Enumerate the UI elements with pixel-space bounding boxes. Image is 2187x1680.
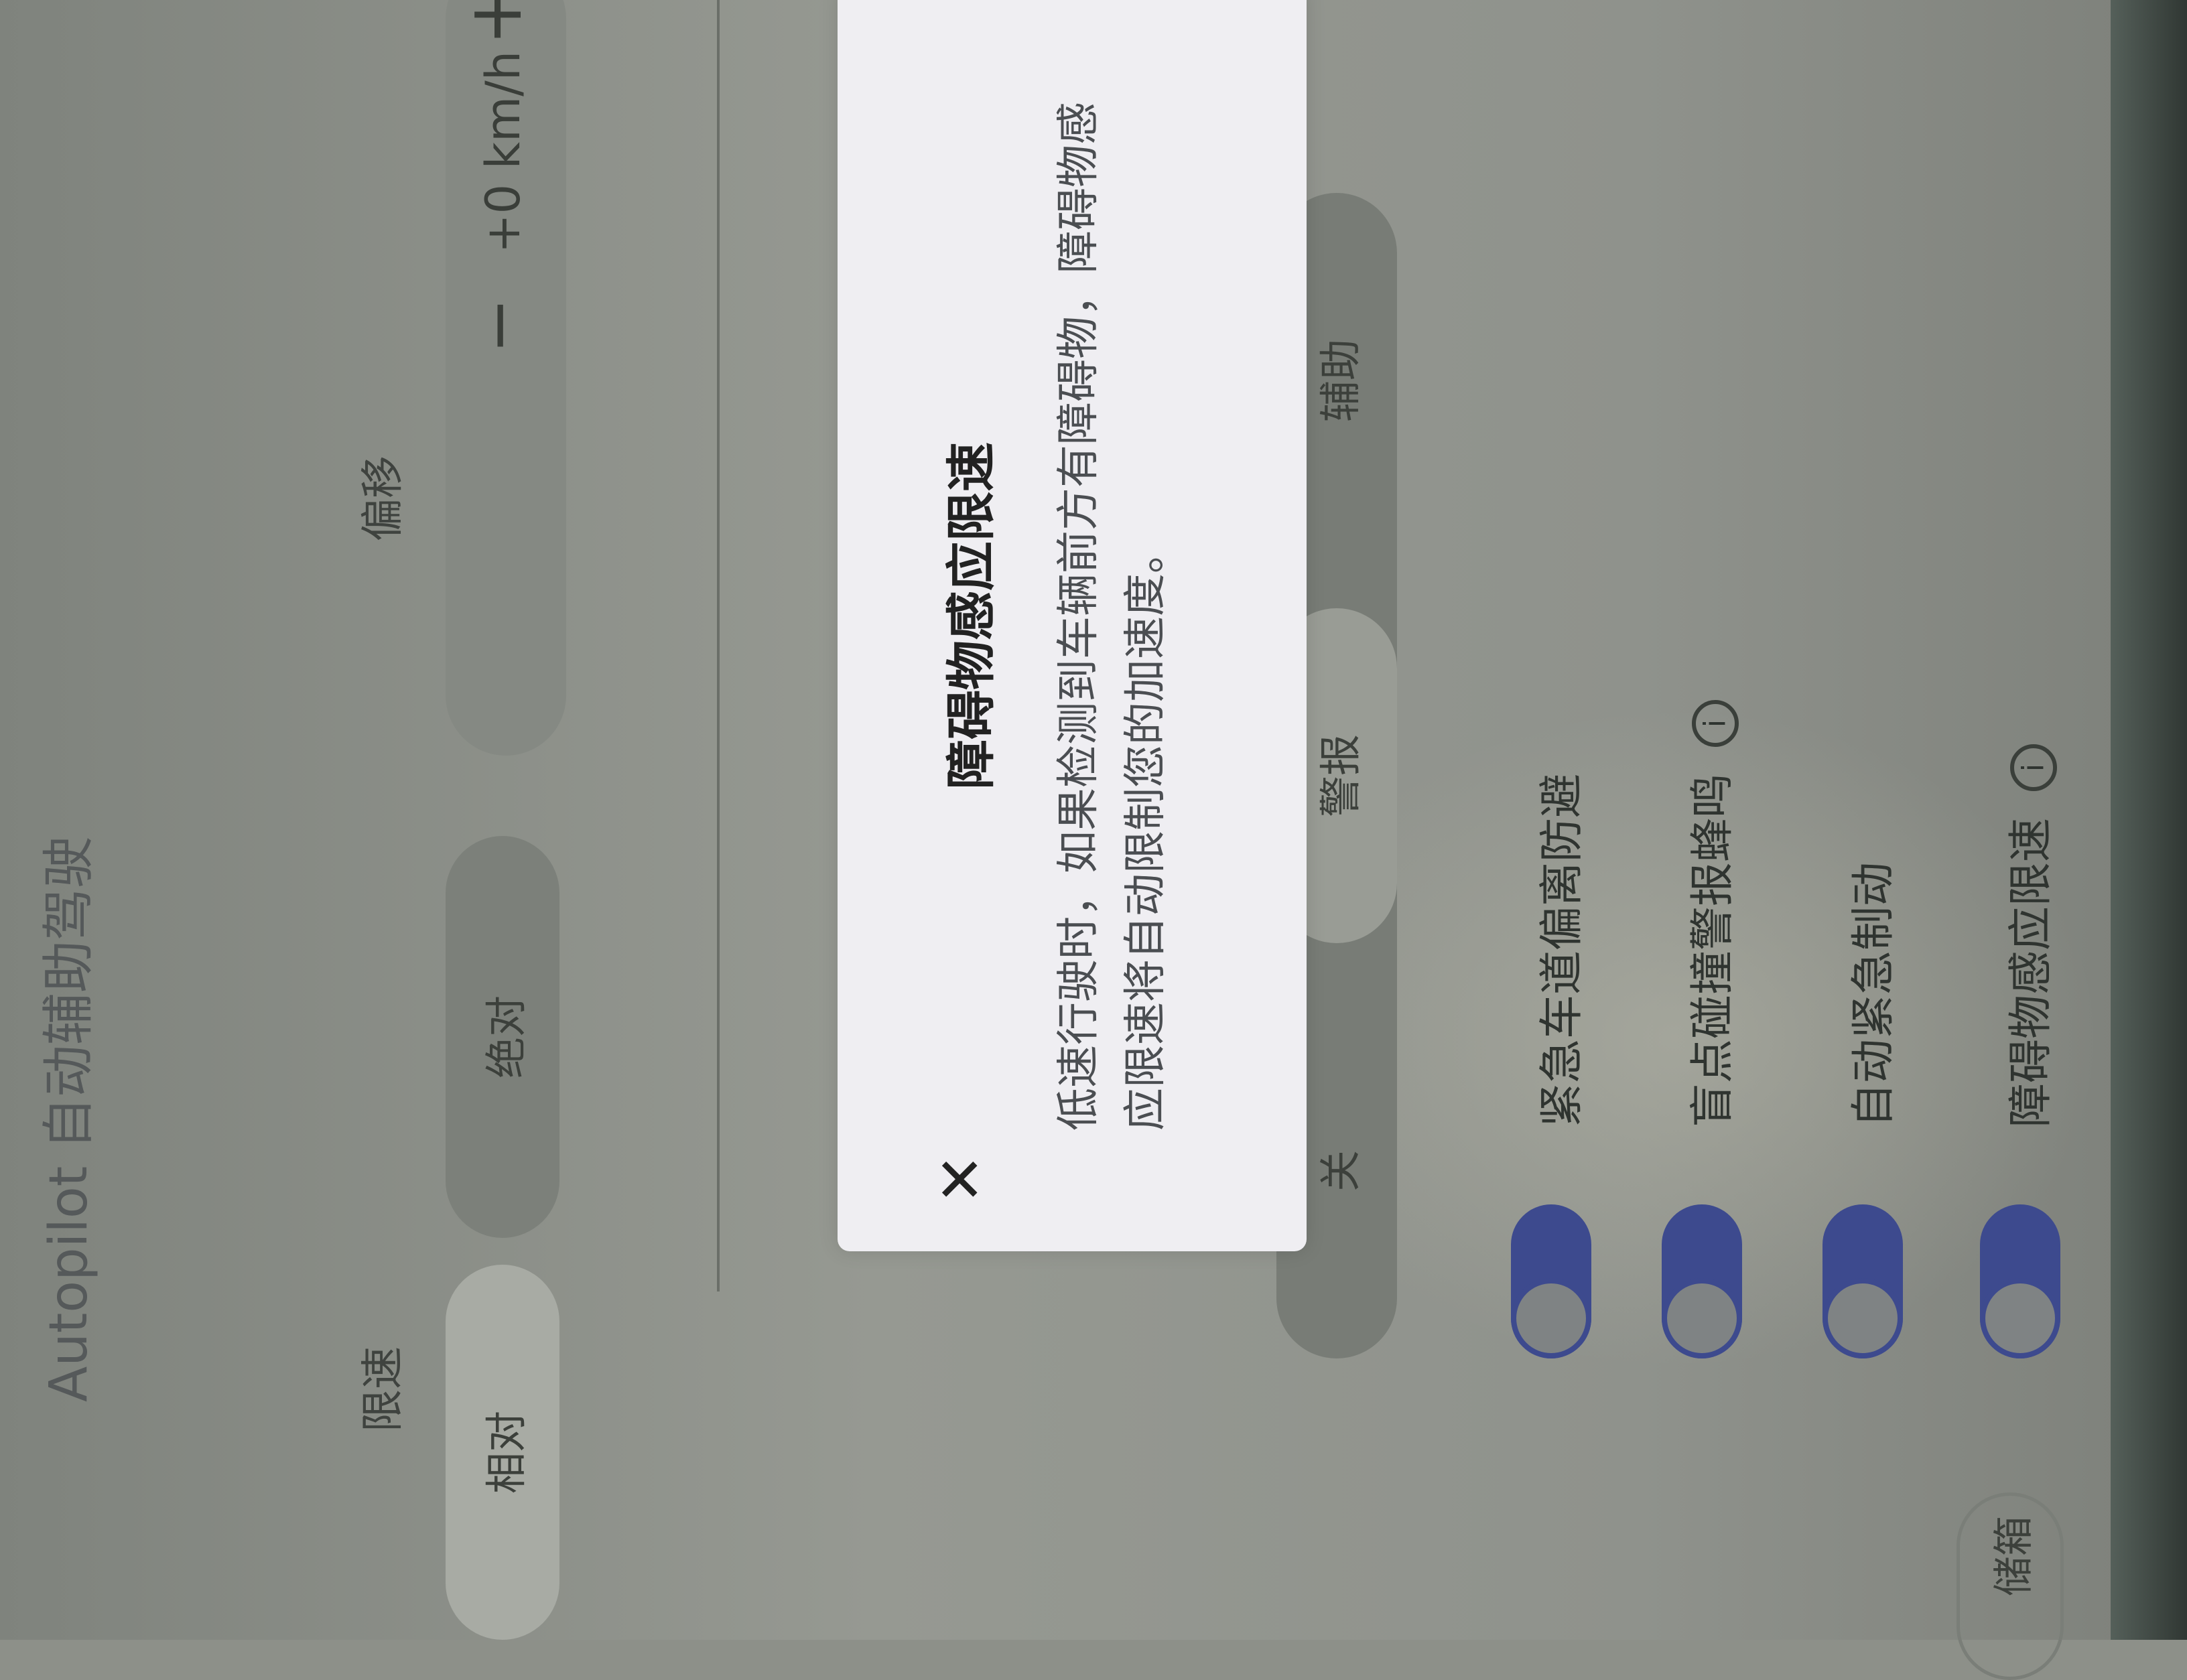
toggle-label: 自动紧急制动 (1847, 862, 1899, 1127)
speed-limit-label: 限速 (358, 1346, 408, 1432)
toggle-switch[interactable] (1822, 1204, 1903, 1358)
toggle-switch[interactable] (1980, 1204, 2060, 1358)
toggle-label-wrap: 盲点碰撞警报蜂鸣 i (1676, 700, 1741, 1127)
toggle-switch[interactable] (1662, 1204, 1742, 1358)
toggle-label: 盲点碰撞警报蜂鸣 (1686, 774, 1738, 1127)
info-modal: ✕ 障碍物感应限速 低速行驶时，如果检测到车辆前方有障碍物，障碍物感应限速将自动… (838, 0, 1307, 1251)
autopilot-settings-screen: Autopilot 自动辅助驾驶 限速 相对 绝对 偏移 − +0 km/h +… (0, 0, 2111, 1680)
speed-limit-absolute-button[interactable]: 绝对 (446, 836, 559, 1238)
speed-limit-relative-button[interactable]: 相对 (446, 1265, 559, 1640)
toggle-label: 障碍物感应限速 (2005, 818, 2056, 1127)
info-icon[interactable]: i (2009, 744, 2057, 791)
toggle-knob (1980, 1278, 2060, 1358)
increase-button[interactable]: + (452, 0, 538, 46)
toggle-knob (1822, 1278, 1903, 1358)
info-icon[interactable]: i (1691, 700, 1739, 747)
decrease-button[interactable]: − (459, 297, 537, 354)
modal-body: 低速行驶时，如果检测到车辆前方有障碍物，障碍物感应限速将自动限制您的加速度。 (1054, 102, 1171, 1131)
offset-value: +0 km/h (476, 50, 531, 253)
modal-title: 障碍物感应限速 (943, 442, 1000, 789)
section-divider (717, 0, 720, 1291)
close-icon[interactable]: ✕ (926, 1154, 996, 1204)
toggle-row-automatic-emergency-braking: 自动紧急制动 (1822, 86, 1916, 1358)
offset-stepper: − +0 km/h + (446, 0, 566, 756)
toggle-row-blind-spot-chime: 盲点碰撞警报蜂鸣 i (1662, 86, 1755, 1358)
toggle-label: 紧急车道偏离防避 (1536, 774, 1587, 1127)
toggle-knob (1511, 1278, 1591, 1358)
toggle-switch[interactable] (1511, 1204, 1591, 1358)
toggle-label-wrap: 障碍物感应限速 i (1995, 744, 2059, 1127)
page-title: Autopilot 自动辅助驾驶 (39, 835, 99, 1402)
storage-button-partial[interactable]: 储箱 (1957, 1492, 2064, 1680)
screen-bezel (2111, 0, 2187, 1640)
offset-label: 偏移 (358, 456, 408, 541)
toggle-row-obstacle-aware-acceleration: 障碍物感应限速 i (1980, 86, 2074, 1358)
toggle-knob (1662, 1278, 1742, 1358)
toggle-row-lane-departure-avoidance: 紧急车道偏离防避 (1511, 86, 1605, 1358)
